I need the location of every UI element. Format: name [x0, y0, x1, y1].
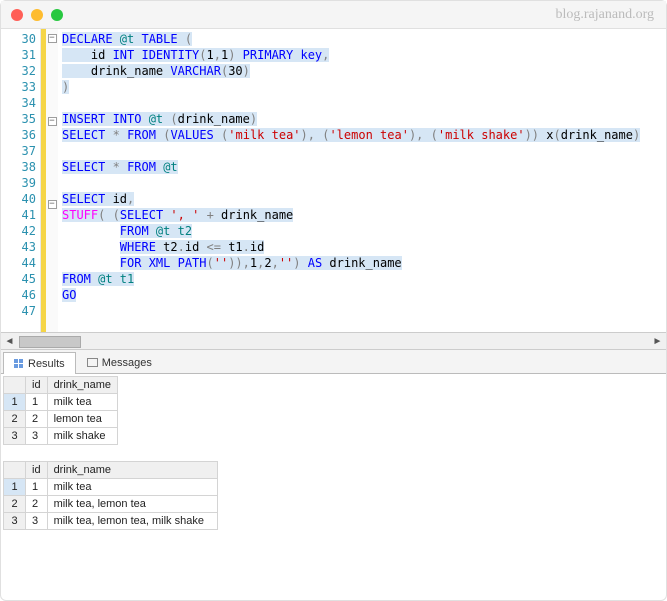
messages-icon	[87, 358, 98, 367]
column-header[interactable]: id	[26, 462, 48, 479]
row-number[interactable]: 2	[4, 411, 26, 428]
table-row[interactable]: 22milk tea, lemon tea	[4, 496, 218, 513]
scroll-right-icon[interactable]: ►	[649, 333, 666, 350]
window-titlebar: blog.rajanand.org	[1, 1, 666, 29]
horizontal-scrollbar[interactable]: ◄ ►	[1, 333, 666, 350]
fold-column[interactable]: − − −	[46, 29, 58, 332]
table-row[interactable]: 33milk shake	[4, 428, 118, 445]
column-header[interactable]: drink_name	[47, 462, 217, 479]
maximize-icon[interactable]	[51, 9, 63, 21]
tab-messages-label: Messages	[102, 357, 152, 369]
line-number: 47	[1, 303, 36, 319]
line-number: 34	[1, 95, 36, 111]
fold-toggle-icon[interactable]: −	[48, 34, 57, 43]
code-line[interactable]: SELECT * FROM @t	[62, 159, 662, 175]
cell[interactable]: milk tea	[47, 479, 217, 496]
scroll-left-icon[interactable]: ◄	[1, 333, 18, 350]
fold-toggle-icon[interactable]: −	[48, 117, 57, 126]
code-line[interactable]: SELECT id,	[62, 191, 662, 207]
tab-results[interactable]: Results	[3, 352, 76, 374]
cell[interactable]: milk shake	[47, 428, 117, 445]
code-line[interactable]: WHERE t2.id <= t1.id	[62, 239, 662, 255]
column-header[interactable]: id	[26, 377, 48, 394]
code-line[interactable]: INSERT INTO @t (drink_name)	[62, 111, 662, 127]
cell[interactable]: 2	[26, 496, 48, 513]
code-line[interactable]: STUFF( (SELECT ', ' + drink_name	[62, 207, 662, 223]
line-number: 30	[1, 31, 36, 47]
line-number: 39	[1, 175, 36, 191]
code-line[interactable]: FOR XML PATH('')),1,2,'') AS drink_name	[62, 255, 662, 271]
row-number[interactable]: 1	[4, 479, 26, 496]
traffic-lights	[11, 9, 63, 21]
cell[interactable]: milk tea, lemon tea, milk shake	[47, 513, 217, 530]
line-number: 38	[1, 159, 36, 175]
cell[interactable]: lemon tea	[47, 411, 117, 428]
code-line[interactable]: SELECT * FROM (VALUES ('milk tea'), ('le…	[62, 127, 662, 143]
fold-toggle-icon[interactable]: −	[48, 200, 57, 209]
line-number: 46	[1, 287, 36, 303]
close-icon[interactable]	[11, 9, 23, 21]
code-area[interactable]: DECLARE @t TABLE ( id INT IDENTITY(1,1) …	[58, 29, 666, 332]
watermark-text: blog.rajanand.org	[556, 7, 655, 23]
results-grid[interactable]: iddrink_name11milk tea22lemon tea33milk …	[3, 376, 118, 445]
line-number: 32	[1, 63, 36, 79]
line-number: 43	[1, 239, 36, 255]
table-row[interactable]: 22lemon tea	[4, 411, 118, 428]
code-line[interactable]: DECLARE @t TABLE (	[62, 31, 662, 47]
row-number[interactable]: 3	[4, 428, 26, 445]
row-header-blank[interactable]	[4, 377, 26, 394]
line-number: 31	[1, 47, 36, 63]
results-grid[interactable]: iddrink_name11milk tea22milk tea, lemon …	[3, 461, 218, 530]
code-line[interactable]	[62, 175, 662, 191]
row-number[interactable]: 3	[4, 513, 26, 530]
row-number[interactable]: 2	[4, 496, 26, 513]
cell[interactable]: milk tea	[47, 394, 117, 411]
cell[interactable]: 2	[26, 411, 48, 428]
table-row[interactable]: 11milk tea	[4, 394, 118, 411]
minimize-icon[interactable]	[31, 9, 43, 21]
line-number: 42	[1, 223, 36, 239]
line-number: 36	[1, 127, 36, 143]
code-line[interactable]: FROM @t t1	[62, 271, 662, 287]
column-header[interactable]: drink_name	[47, 377, 117, 394]
cell[interactable]: milk tea, lemon tea	[47, 496, 217, 513]
code-line[interactable]	[62, 303, 662, 319]
results-tabstrip: Results Messages	[1, 350, 666, 374]
line-number: 41	[1, 207, 36, 223]
sql-editor[interactable]: 303132333435363738394041424344454647 −−−…	[1, 29, 666, 333]
line-number: 44	[1, 255, 36, 271]
grid-icon	[14, 359, 24, 369]
cell[interactable]: 1	[26, 479, 48, 496]
code-line[interactable]: drink_name VARCHAR(30)	[62, 63, 662, 79]
line-number-gutter: 303132333435363738394041424344454647	[1, 29, 41, 332]
code-line[interactable]: GO	[62, 287, 662, 303]
code-line[interactable]: )	[62, 79, 662, 95]
table-row[interactable]: 11milk tea	[4, 479, 218, 496]
code-line[interactable]: id INT IDENTITY(1,1) PRIMARY key,	[62, 47, 662, 63]
code-line[interactable]	[62, 143, 662, 159]
line-number: 45	[1, 271, 36, 287]
row-header-blank[interactable]	[4, 462, 26, 479]
code-line[interactable]: FROM @t t2	[62, 223, 662, 239]
line-number: 37	[1, 143, 36, 159]
tab-messages[interactable]: Messages	[76, 351, 163, 373]
line-number: 35	[1, 111, 36, 127]
line-number: 33	[1, 79, 36, 95]
row-number[interactable]: 1	[4, 394, 26, 411]
results-pane: iddrink_name11milk tea22lemon tea33milk …	[1, 374, 666, 532]
tab-results-label: Results	[28, 358, 65, 370]
code-line[interactable]	[62, 95, 662, 111]
line-number: 40	[1, 191, 36, 207]
cell[interactable]: 3	[26, 513, 48, 530]
cell[interactable]: 1	[26, 394, 48, 411]
cell[interactable]: 3	[26, 428, 48, 445]
table-row[interactable]: 33milk tea, lemon tea, milk shake	[4, 513, 218, 530]
